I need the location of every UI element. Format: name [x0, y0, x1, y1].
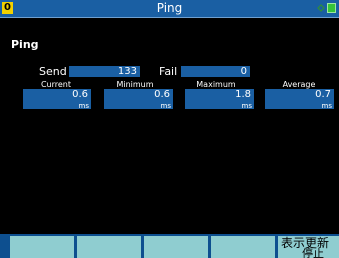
- minimum-value-box: 0.6 ms: [104, 89, 173, 110]
- fail-value-box: 0: [181, 66, 250, 77]
- send-value-box: 133: [69, 66, 140, 77]
- battery-icon: [327, 3, 336, 13]
- function-key-3[interactable]: [144, 236, 208, 258]
- minimum-unit: ms: [160, 102, 171, 110]
- maximum-unit: ms: [241, 102, 252, 110]
- current-value-box: 0.6 ms: [23, 89, 91, 110]
- maximum-value: 1.8: [235, 89, 251, 100]
- link-status-icon: [317, 4, 325, 12]
- average-value: 0.7: [315, 89, 331, 100]
- minimum-value: 0.6: [154, 89, 170, 100]
- stop-refresh-label-line2: 停止: [302, 247, 324, 258]
- fail-value: 0: [240, 66, 247, 77]
- function-key-1[interactable]: [10, 236, 74, 258]
- stop-refresh-button[interactable]: 表示更新 停止: [278, 236, 339, 258]
- send-label: Send: [39, 65, 67, 78]
- current-label: Current: [40, 80, 72, 89]
- maximum-value-box: 1.8 ms: [185, 89, 254, 110]
- average-value-box: 0.7 ms: [265, 89, 334, 110]
- function-key-4[interactable]: [211, 236, 275, 258]
- page-title: Ping: [11, 38, 39, 51]
- average-label: Average: [282, 80, 316, 89]
- maximum-label: Maximum: [196, 80, 236, 89]
- function-key-2[interactable]: [77, 236, 141, 258]
- minimum-label: Minimum: [116, 80, 154, 89]
- send-value: 133: [117, 66, 137, 77]
- average-unit: ms: [321, 102, 332, 110]
- function-key-bar: 表示更新 停止: [0, 234, 339, 258]
- window-title: Ping: [156, 1, 183, 15]
- current-unit: ms: [78, 102, 89, 110]
- title-bar: 0 Ping: [0, 0, 339, 18]
- current-value: 0.6: [72, 89, 88, 100]
- fail-label: Fail: [159, 65, 178, 78]
